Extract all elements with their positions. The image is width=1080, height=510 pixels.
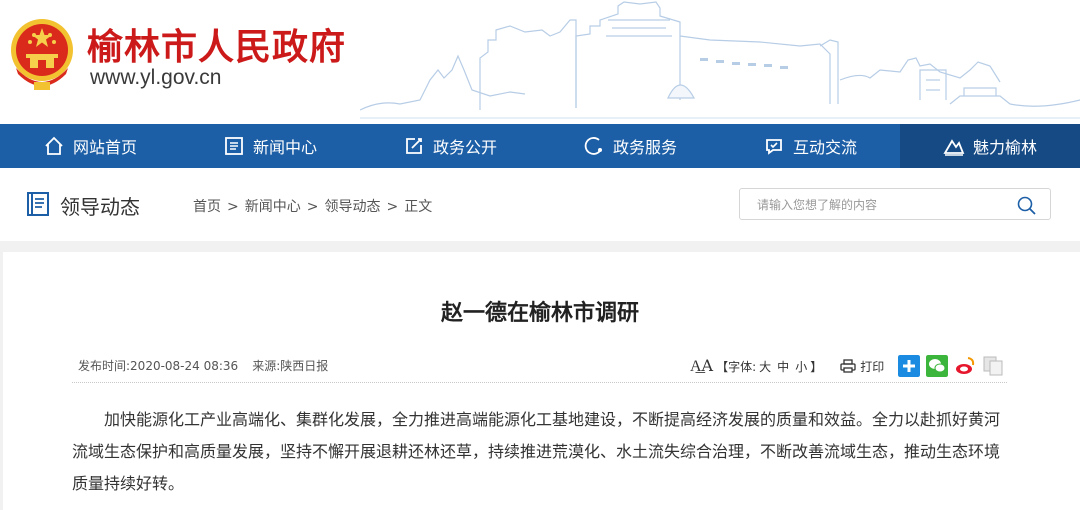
- nav-item-label: 互动交流: [792, 138, 857, 157]
- nav-item-charm-yulin[interactable]: 魅力榆林: [900, 124, 1080, 168]
- nav-item-gov-open[interactable]: 政务公开: [360, 124, 540, 168]
- site-title[interactable]: 榆林市人民政府: [87, 18, 346, 70]
- article-meta: 发布时间:2020-08-24 08:36 来源:陕西日报: [78, 357, 328, 374]
- service-icon: [584, 137, 602, 155]
- city-wall-illustration: [360, 1, 1080, 119]
- print-label: 打印: [860, 359, 885, 374]
- font-size-icon: A͟A: [690, 356, 714, 375]
- plus-share-icon[interactable]: [898, 355, 921, 377]
- share-bar: [898, 355, 1004, 377]
- national-emblem-icon[interactable]: [8, 16, 76, 92]
- print-button[interactable]: 打印: [840, 358, 884, 375]
- nav-item-label: 政务公开: [432, 138, 497, 157]
- print-icon: [840, 359, 856, 373]
- font-size-label: 【字体:: [716, 359, 757, 374]
- source-label: 来源:: [252, 359, 281, 373]
- breadcrumb-separator: >: [306, 199, 319, 215]
- edit-icon: [406, 138, 422, 154]
- breadcrumb-separator: >: [227, 199, 239, 215]
- nav-item-news[interactable]: 新闻中心: [180, 124, 360, 168]
- nav-item-home[interactable]: 网站首页: [0, 124, 180, 168]
- mountain-icon: [943, 139, 965, 156]
- nav-item-label: 政务服务: [612, 138, 677, 157]
- site-header: 榆林市人民政府 www.yl.gov.cn: [0, 0, 1080, 124]
- font-size-medium[interactable]: 中: [777, 358, 789, 375]
- breadcrumb-leader-news[interactable]: 领导动态: [324, 199, 380, 215]
- weibo-icon[interactable]: [954, 355, 977, 377]
- copy-icon[interactable]: [982, 355, 1004, 377]
- breadcrumb-news[interactable]: 新闻中心: [245, 199, 301, 215]
- font-size-close: 】: [810, 359, 823, 374]
- search-input[interactable]: [757, 195, 1007, 215]
- section-title: 领导动态: [60, 195, 140, 219]
- search-icon[interactable]: [1016, 195, 1038, 217]
- meta-divider: [72, 382, 1007, 383]
- main-nav: 网站首页 新闻中心 政务公开 政务服务 互动交流 魅力榆林: [0, 124, 1080, 168]
- nav-item-gov-service[interactable]: 政务服务: [540, 124, 720, 168]
- home-icon: [45, 136, 63, 155]
- breadcrumb-separator: >: [386, 199, 399, 215]
- article-body: 加快能源化工产业高端化、集群化发展，全力推进高端能源化工基地建设，不断提高经济发…: [72, 410, 1001, 493]
- news-icon: [225, 137, 243, 155]
- wechat-icon[interactable]: [926, 355, 949, 377]
- font-size-small[interactable]: 小: [795, 358, 807, 375]
- article-title: 赵一德在榆林市调研: [440, 301, 639, 326]
- source-value: 陕西日报: [280, 359, 329, 373]
- chat-icon: [766, 139, 782, 155]
- breadcrumb: 首页 > 新闻中心 > 领导动态 > 正文: [193, 196, 432, 216]
- article-tools: A͟A 【字体: 大 中 小 】 打印: [690, 354, 1004, 378]
- nav-item-label: 魅力榆林: [972, 138, 1037, 157]
- publish-label: 发布时间:: [78, 359, 131, 373]
- publish-time: 2020-08-24 08:36: [130, 359, 239, 373]
- nav-item-label: 网站首页: [72, 138, 137, 157]
- font-size-large[interactable]: 大: [759, 358, 771, 375]
- nav-item-interaction[interactable]: 互动交流: [720, 124, 900, 168]
- breadcrumb-current: 正文: [404, 199, 433, 215]
- nav-item-label: 新闻中心: [252, 138, 317, 157]
- search-box: [739, 188, 1051, 220]
- breadcrumb-home[interactable]: 首页: [193, 199, 221, 215]
- document-icon: [27, 192, 49, 216]
- site-url: www.yl.gov.cn: [90, 66, 222, 89]
